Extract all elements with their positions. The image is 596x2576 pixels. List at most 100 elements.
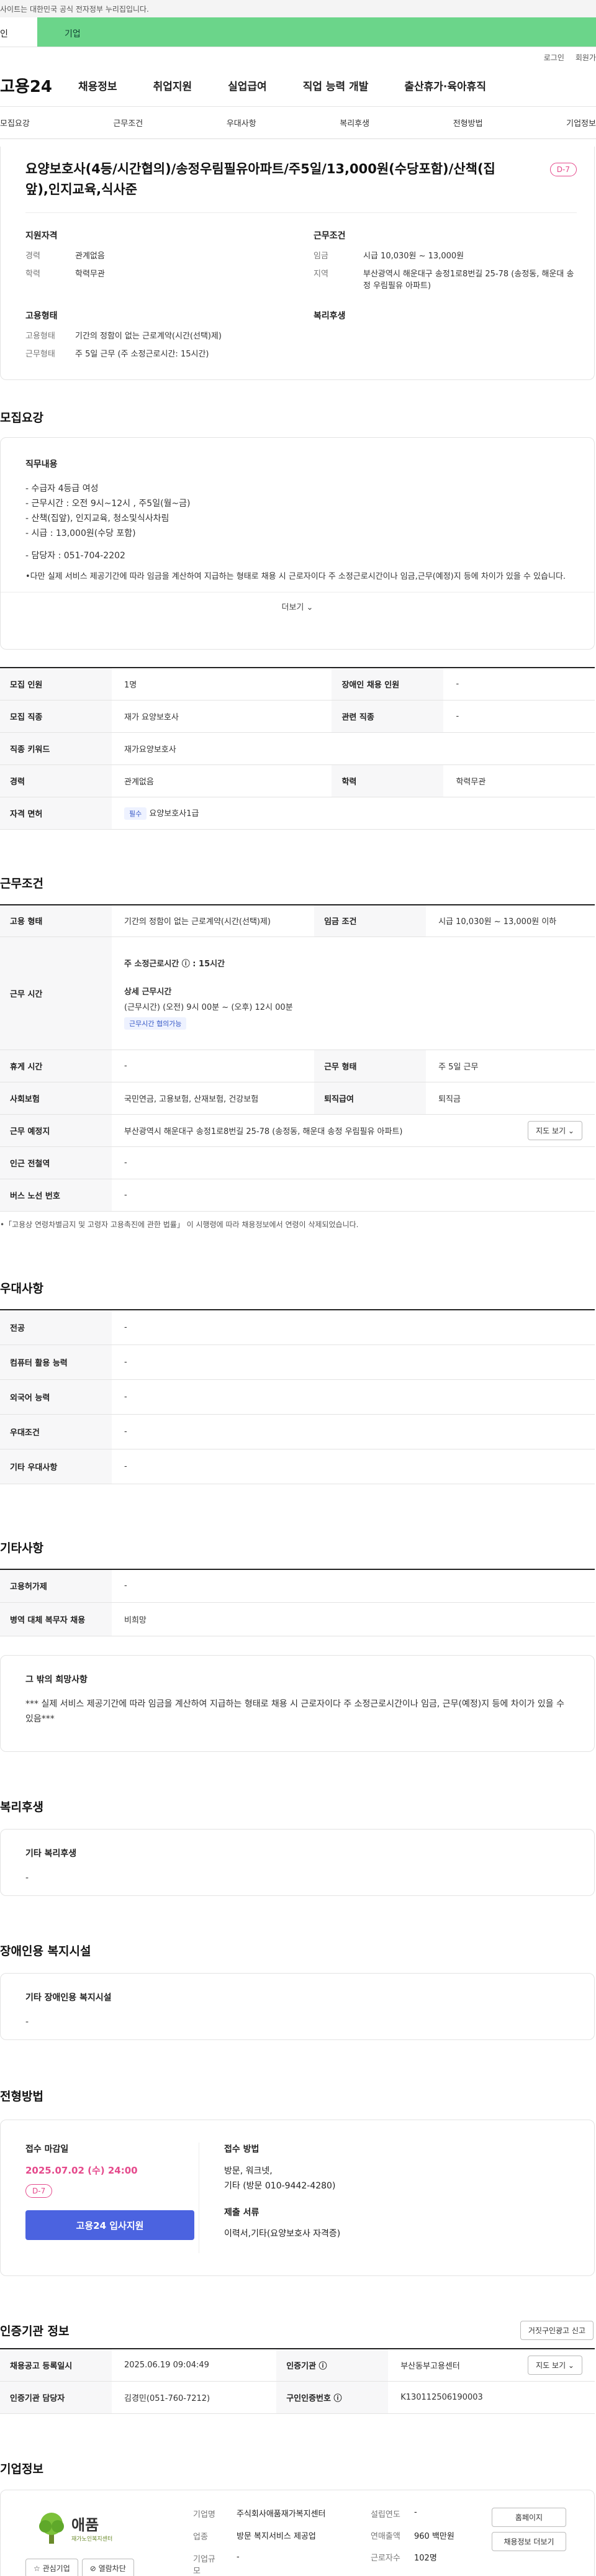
other-wishes-heading: 그 밖의 희망사항	[25, 1675, 88, 1685]
menu-unemployment-benefit[interactable]: 실업급여	[228, 78, 267, 93]
table-row: 고용 형태 기간의 정함이 없는 근로계약(시간(선택)제) 임금 조건 시급 10,…	[0, 904, 595, 937]
cell-value: 2025.06.19 09:04:49	[112, 2349, 277, 2382]
more-button[interactable]: 더보기 ⌄	[1, 592, 594, 620]
desc-line: - 수급자 4등급 여성	[25, 484, 99, 494]
menu-vocational-training[interactable]: 직업 능력 개발	[303, 78, 369, 93]
homepage-button[interactable]: 홈페이지	[492, 2507, 566, 2527]
cell-key: 우대조건	[0, 1414, 112, 1449]
signup-link[interactable]: 회원가	[576, 52, 596, 65]
weekly-hours: 주 소정근로시간 ⓘ : 15시간	[124, 959, 225, 969]
docs-value: 이력서,기타(요양보호사 자격증)	[224, 2229, 341, 2239]
cell-value: 부산동부고용센터 지도 보기 ⌄	[388, 2349, 595, 2382]
deadline-value: 2025.07.02 (수) 24:00	[25, 2165, 138, 2176]
section-heading: 우대사항	[0, 1282, 43, 1295]
cell-value: -	[112, 1345, 595, 1380]
cell-key: 인증기관 ⓘ	[276, 2349, 389, 2382]
user-type-bar: 인 기업	[0, 17, 596, 47]
section-heading: 모집요강	[0, 411, 43, 425]
block-view-button[interactable]: ⊘ 열람차단	[81, 2558, 134, 2576]
tab-company[interactable]: 기업	[37, 17, 596, 47]
qualification-block: 지원자격 경력 관계없음 학력 학력무관	[25, 229, 289, 298]
industry-key: 업종	[193, 2532, 208, 2542]
cert-map-button[interactable]: 지도 보기 ⌄	[528, 2355, 582, 2375]
table-row: 인근 전철역 -	[0, 1146, 595, 1179]
cell-key: 버스 노선 번호	[0, 1179, 112, 1212]
menu-job-info[interactable]: 채용정보	[78, 78, 117, 93]
tab-welfare[interactable]: 복리후생	[340, 117, 369, 129]
tab-personal[interactable]: 인	[0, 17, 37, 47]
desc-line: - 근무시간 : 오전 9시~12시 , 주5일(월~금)	[25, 499, 191, 509]
table-row: 모집 인원 1명 장애인 채용 인원 -	[0, 668, 595, 701]
cell-key: 관련 직종	[332, 700, 444, 733]
cell-key: 기타 우대사항	[0, 1449, 112, 1484]
main-menu: 채용정보 취업지원 실업급여 직업 능력 개발 출산휴가·육아휴직	[78, 78, 596, 93]
hours-negotiable-tag: 근무시간 협의가능	[124, 1017, 187, 1030]
cell-key: 학력	[332, 764, 444, 797]
more-jobs-button[interactable]: 채용정보 더보기	[492, 2531, 566, 2551]
employees-key: 근로자수	[371, 2553, 400, 2563]
disability-card: 기타 장애인용 복지시설 -	[0, 1973, 595, 2040]
cell-key: 인증기관 담당자	[0, 2381, 112, 2414]
cell-value: -	[112, 1449, 595, 1484]
sales-value: 960 백만원	[414, 2531, 454, 2541]
place-value: 부산광역시 해운대구 송정1로8번길 25-78 (송정동, 해운대 송정 우림…	[124, 1127, 403, 1136]
founded-value: -	[414, 2507, 417, 2517]
table-row: 컴퓨터 활용 능력 -	[0, 1345, 595, 1380]
place-cell: 부산광역시 해운대구 송정1로8번길 25-78 (송정동, 해운대 송정 우림…	[112, 1114, 595, 1147]
work-summary-block: 근무조건 임금 시급 10,030원 ~ 13,000원 지역 부산광역시 해운대구…	[314, 229, 577, 298]
table-row: 모집 직종 재가 요양보호사 관련 직종 -	[0, 700, 595, 733]
desc-line: - 담당자 : 051-704-2202	[25, 551, 125, 561]
cell-key: 인근 전철역	[0, 1146, 112, 1179]
table-row: 기타 우대사항 -	[0, 1449, 595, 1484]
work-key: 지역	[314, 270, 328, 279]
tab-work-conditions[interactable]: 근무조건	[113, 117, 143, 129]
welfare-card: 기타 복리후생 -	[0, 1829, 595, 1896]
tree-logo-icon	[39, 2512, 64, 2544]
cell-key: 외국어 능력	[0, 1379, 112, 1415]
other-wishes-card: 그 밖의 희망사항 *** 실제 서비스 제공기간에 따라 임금을 계산하여 지…	[0, 1655, 595, 1752]
tab-company-info[interactable]: 기업정보	[566, 117, 596, 129]
emp-value: 기간의 정함이 없는 근로계약(시간(선택)제)	[75, 332, 222, 341]
cell-value: -	[112, 1179, 595, 1212]
report-button[interactable]: 거짓구인광고 신고	[520, 2320, 594, 2340]
logo-text: 애품	[71, 2516, 99, 2534]
cell-value: -	[112, 1146, 595, 1179]
qualification-heading: 지원자격	[25, 231, 58, 241]
cell-value: -	[112, 1414, 595, 1449]
site-logo[interactable]: 고용24	[0, 74, 78, 97]
license-value: 요양보호사1급	[149, 809, 199, 819]
preferences-table: 전공 - 컴퓨터 활용 능력 - 외국어 능력 - 우대조건 - 기타 우대사항 -	[0, 1309, 595, 1484]
login-link[interactable]: 로그인	[544, 52, 564, 65]
sales-key: 연매출액	[371, 2531, 400, 2541]
cell-key: 휴게 시간	[0, 1050, 112, 1082]
menu-parental-leave[interactable]: 출산휴가·육아휴직	[404, 78, 486, 93]
table-row: 우대조건 -	[0, 1414, 595, 1449]
table-row: 고용허가제 -	[0, 1569, 595, 1603]
job-description-heading: 직무내용	[25, 460, 58, 469]
table-row: 병역 대체 복무자 채용 비희망	[0, 1602, 595, 1636]
menu-employment-support[interactable]: 취업지원	[153, 78, 192, 93]
cell-value: 기간의 정함이 없는 근로계약(시간(선택)제)	[112, 904, 315, 937]
work-summary-heading: 근무조건	[314, 231, 346, 241]
table-row: 버스 노선 번호 -	[0, 1179, 595, 1212]
deadline-block: 접수 마감일 2025.07.02 (수) 24:00 D-7 고용24 입사지…	[25, 2143, 199, 2253]
disability-heading: 기타 장애인용 복지시설	[25, 1993, 112, 2003]
cell-key: 경력	[0, 764, 112, 797]
map-button[interactable]: 지도 보기 ⌄	[528, 1121, 582, 1140]
tab-preferences[interactable]: 우대사항	[227, 117, 256, 129]
table-row: 근무 예정지 부산광역시 해운대구 송정1로8번길 25-78 (송정동, 해운대…	[0, 1114, 595, 1147]
cell-key: 고용허가제	[0, 1569, 112, 1603]
cell-key: 모집 직종	[0, 700, 112, 733]
cell-value: -	[443, 668, 595, 701]
cell-key: 근무 예정지	[0, 1114, 112, 1147]
cell-key: 근무 형태	[314, 1050, 427, 1082]
table-row: 인증기관 담당자 김경민(051-760-7212) 구인인증번호 ⓘ K130112…	[0, 2381, 595, 2414]
section-heading: 장애인용 복지시설	[0, 1944, 91, 1958]
cell-key: 전공	[0, 1310, 112, 1345]
favorite-company-button[interactable]: ☆ 관심기업	[25, 2558, 78, 2576]
tab-recruit[interactable]: 모집요강	[0, 117, 30, 129]
apply-button[interactable]: 고용24 입사지원	[25, 2210, 194, 2240]
workcond-section-title: 근무조건	[0, 874, 596, 891]
tab-selection[interactable]: 전형방법	[453, 117, 483, 129]
table-row: 전공 -	[0, 1310, 595, 1345]
